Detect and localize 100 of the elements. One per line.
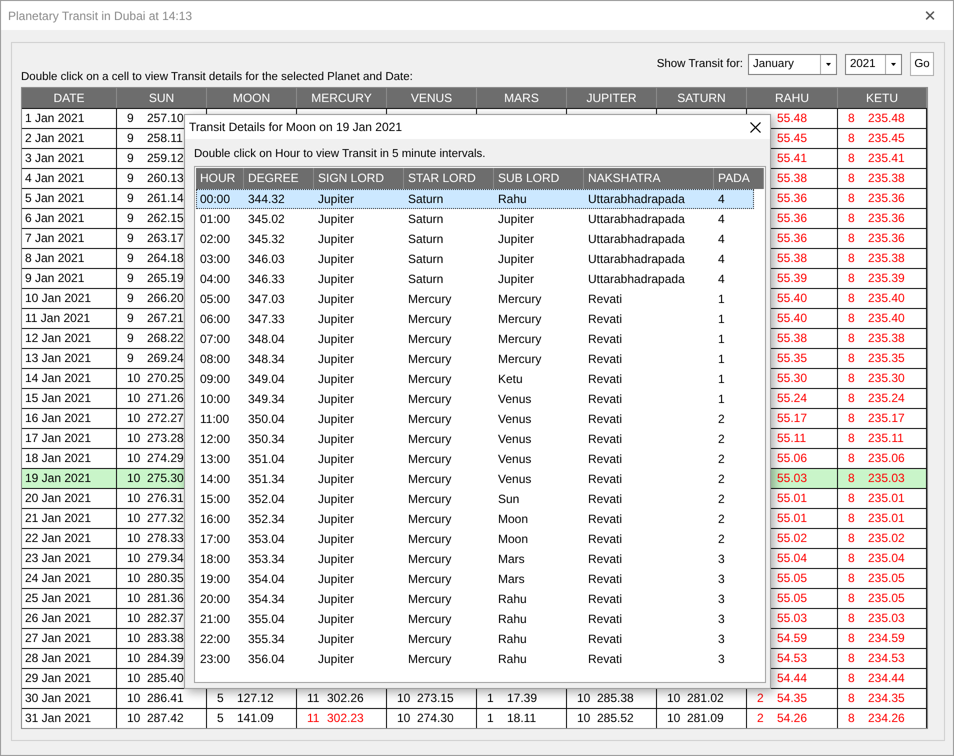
sign-number: 10 [127, 630, 142, 647]
table-cell-text: Jupiter [317, 211, 356, 228]
degree-value: 235.05 [868, 570, 905, 587]
date-cell[interactable]: 30 Jan 2021 [22, 689, 117, 708]
column-header[interactable]: SUN [117, 88, 207, 108]
list-row[interactable]: 12:00 350.34 Jupiter Mercury Venus Revati 2 [196, 429, 754, 449]
list-row[interactable]: 00:00 344.32 Jupiter Saturn Rahu Uttarabhadrapada 4 [196, 189, 754, 209]
list-row[interactable]: 02:00 345.32 Jupiter Saturn Jupiter Uttarabhadrapada 4 [196, 229, 754, 249]
sign-number: 9 [127, 230, 135, 247]
degree-value: 235.36 [868, 190, 905, 207]
list-row[interactable]: 13:00 351.04 Jupiter Mercury Venus Revati 2 [196, 449, 754, 469]
column-header[interactable]: VENUS [387, 88, 477, 108]
date-cell[interactable]: 12 Jan 2021 [22, 329, 117, 348]
table-cell-text: 2 [717, 451, 726, 468]
column-header[interactable]: SATURN [657, 88, 747, 108]
degree-value: 235.17 [868, 410, 905, 427]
date-cell[interactable]: 8 Jan 2021 [22, 249, 117, 268]
list-row[interactable]: 20:00 354.34 Jupiter Mercury Rahu Revati 3 [196, 589, 754, 609]
date-cell[interactable]: 24 Jan 2021 [22, 569, 117, 588]
column-header[interactable]: MERCURY [297, 88, 387, 108]
date-cell[interactable]: 31 Jan 2021 [22, 709, 117, 728]
date-cell[interactable]: 6 Jan 2021 [22, 209, 117, 228]
degree-value: 55.41 [777, 150, 808, 167]
date-cell[interactable]: 27 Jan 2021 [22, 629, 117, 648]
table-cell-text: Mercury [407, 631, 452, 648]
date-cell[interactable]: 16 Jan 2021 [22, 409, 117, 428]
date-cell[interactable]: 15 Jan 2021 [22, 389, 117, 408]
date-cell[interactable]: 25 Jan 2021 [22, 589, 117, 608]
list-row[interactable]: 22:00 355.34 Jupiter Mercury Rahu Revati 3 [196, 629, 754, 649]
date-cell[interactable]: 13 Jan 2021 [22, 349, 117, 368]
sign-number: 8 [848, 410, 856, 427]
list-row[interactable]: 09:00 349.04 Jupiter Mercury Ketu Revati 1 [196, 369, 754, 389]
list-row[interactable]: 04:00 346.33 Jupiter Saturn Jupiter Uttarabhadrapada 4 [196, 269, 754, 289]
degree-value: 266.20 [147, 290, 184, 307]
sign-number: 8 [848, 290, 856, 307]
column-header[interactable]: DATE [22, 88, 117, 108]
date-cell[interactable]: 2 Jan 2021 [22, 129, 117, 148]
list-row[interactable]: 05:00 347.03 Jupiter Mercury Mercury Revati 1 [196, 289, 754, 309]
table-cell-text: Saturn [407, 251, 444, 268]
year-dropdown[interactable]: 2021 [845, 54, 902, 74]
list-row[interactable]: 17:00 353.04 Jupiter Mercury Moon Revati 2 [196, 529, 754, 549]
date-cell[interactable]: 23 Jan 2021 [22, 549, 117, 568]
month-dropdown[interactable]: January [748, 54, 837, 74]
date-cell[interactable]: 26 Jan 2021 [22, 609, 117, 628]
table-cell-text: 18:00 [199, 551, 232, 568]
date-cell[interactable]: 17 Jan 2021 [22, 429, 117, 448]
date-cell[interactable]: 9 Jan 2021 [22, 269, 117, 288]
column-header[interactable]: JUPITER [567, 88, 657, 108]
list-row[interactable]: 08:00 348.34 Jupiter Mercury Mercury Revati 1 [196, 349, 754, 369]
list-row[interactable]: 14:00 351.34 Jupiter Mercury Venus Revati 2 [196, 469, 754, 489]
degree-value: 55.03 [777, 470, 808, 487]
list-row[interactable]: 10:00 349.34 Jupiter Mercury Venus Revati 1 [196, 389, 754, 409]
table-cell-text: Mercury [407, 411, 452, 428]
list-row[interactable]: 21:00 355.04 Jupiter Mercury Rahu Revati 3 [196, 609, 754, 629]
date-cell[interactable]: 20 Jan 2021 [22, 489, 117, 508]
date-cell[interactable]: 1 Jan 2021 [22, 109, 117, 128]
column-header[interactable]: KETU [838, 88, 927, 108]
date-cell[interactable]: 10 Jan 2021 [22, 289, 117, 308]
date-cell[interactable]: 4 Jan 2021 [22, 169, 117, 188]
date-cell[interactable]: 11 Jan 2021 [22, 309, 117, 328]
date-cell[interactable]: 21 Jan 2021 [22, 509, 117, 528]
list-row[interactable]: 03:00 346.03 Jupiter Saturn Jupiter Uttarabhadrapada 4 [196, 249, 754, 269]
table-cell-text: 4 [717, 211, 726, 228]
date-cell[interactable]: 29 Jan 2021 [22, 669, 117, 688]
go-button[interactable]: Go [910, 52, 934, 76]
sign-number: 10 [127, 510, 142, 527]
sign-number: 8 [848, 610, 856, 627]
degree-value: 235.06 [868, 450, 905, 467]
list-row[interactable]: 11:00 350.04 Jupiter Mercury Venus Revati 2 [196, 409, 754, 429]
degree-value: 281.09 [687, 710, 724, 727]
degree-value: 55.36 [777, 210, 808, 227]
table-cell-text: Jupiter [317, 631, 356, 648]
list-row[interactable]: 18:00 353.34 Jupiter Mercury Mars Revati 3 [196, 549, 754, 569]
date-cell[interactable]: 7 Jan 2021 [22, 229, 117, 248]
table-cell-text: 3 [717, 571, 726, 588]
table-cell-text: 3 [717, 611, 726, 628]
column-header[interactable]: RAHU [747, 88, 838, 108]
list-row[interactable]: 01:00 345.02 Jupiter Saturn Jupiter Uttarabhadrapada 4 [196, 209, 754, 229]
table-cell-text: Revati [587, 451, 624, 468]
list-row[interactable]: 15:00 352.04 Jupiter Mercury Sun Revati 2 [196, 489, 754, 509]
table-cell-text: 353.34 [247, 551, 286, 568]
table-cell-text: 15:00 [199, 491, 232, 508]
list-row[interactable]: 23:00 356.04 Jupiter Mercury Rahu Revati 3 [196, 649, 754, 669]
date-cell[interactable]: 22 Jan 2021 [22, 529, 117, 548]
date-cell[interactable]: 14 Jan 2021 [22, 369, 117, 388]
table-cell-text: 19:00 [199, 571, 232, 588]
list-row[interactable]: 19:00 354.04 Jupiter Mercury Mars Revati 3 [196, 569, 754, 589]
degree-value: 55.39 [777, 270, 808, 287]
column-header[interactable]: MOON [207, 88, 297, 108]
column-header[interactable]: MARS [477, 88, 567, 108]
sign-number: 9 [127, 350, 135, 367]
table-cell-text: Jupiter [317, 491, 356, 508]
list-row[interactable]: 16:00 352.34 Jupiter Mercury Moon Revati 2 [196, 509, 754, 529]
list-row[interactable]: 07:00 348.04 Jupiter Mercury Mercury Revati 1 [196, 329, 754, 349]
date-cell[interactable]: 5 Jan 2021 [22, 189, 117, 208]
close-button[interactable]: ✕ [907, 1, 953, 30]
list-row[interactable]: 06:00 347.33 Jupiter Mercury Mercury Revati 1 [196, 309, 754, 329]
date-cell[interactable]: 3 Jan 2021 [22, 149, 117, 168]
table-cell-text: 3 [717, 551, 726, 568]
date-cell[interactable]: 28 Jan 2021 [22, 649, 117, 668]
